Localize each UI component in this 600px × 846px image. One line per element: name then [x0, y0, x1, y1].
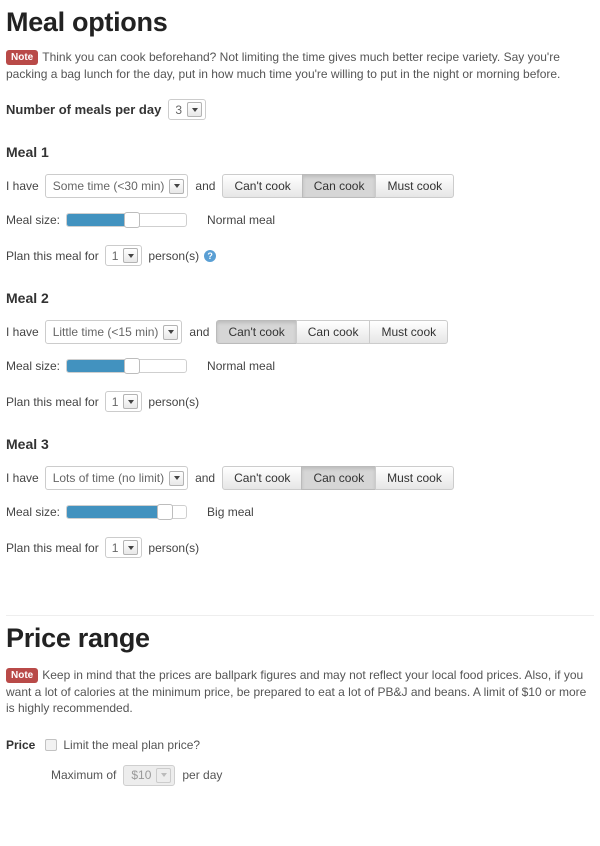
- meal-3-persons-value: 1: [111, 540, 119, 555]
- chevron-down-icon: [169, 470, 185, 486]
- meal-3-cook-button-group: Can't cook Can cook Must cook: [222, 466, 454, 490]
- meal-3-size-row: Meal size: Big meal: [6, 504, 594, 520]
- chevron-down-icon: [123, 540, 139, 555]
- slider-fill: [67, 214, 133, 226]
- slider-handle[interactable]: [156, 504, 173, 520]
- meal-3-must-cook-button[interactable]: Must cook: [375, 466, 454, 490]
- limit-price-label[interactable]: Limit the meal plan price?: [63, 738, 200, 752]
- meal-2-persons-select[interactable]: 1: [104, 391, 143, 412]
- meals-per-day-label: Number of meals per day: [6, 102, 162, 117]
- meal-3-persons-select[interactable]: 1: [104, 537, 143, 558]
- meal-block-2: Meal 2 I have Little time (<15 min) and …: [6, 290, 594, 412]
- meal-2-must-cook-button[interactable]: Must cook: [369, 320, 449, 344]
- plan-for-label-3: Plan this meal for: [6, 540, 99, 555]
- chevron-down-icon: [163, 324, 179, 340]
- meal-2-time-value: Little time (<15 min): [52, 325, 159, 339]
- meal-1-persons-value: 1: [111, 248, 119, 263]
- meal-1-time-value: Some time (<30 min): [52, 179, 165, 193]
- meal-size-label-2: Meal size:: [6, 359, 61, 373]
- note-badge: Note: [6, 668, 39, 683]
- and-label-1: and: [195, 179, 216, 193]
- slider-handle[interactable]: [124, 358, 141, 374]
- meal-2-can-cook-button[interactable]: Can cook: [295, 320, 371, 344]
- chevron-down-icon: [123, 394, 139, 409]
- note-text: Keep in mind that the prices are ballpar…: [6, 668, 587, 715]
- meal-2-time-select[interactable]: Little time (<15 min): [44, 320, 183, 344]
- help-icon[interactable]: ?: [204, 249, 217, 262]
- meal-1-must-cook-button[interactable]: Must cook: [375, 174, 455, 198]
- persons-label-2: person(s): [148, 394, 200, 409]
- slider-fill: [67, 506, 165, 518]
- price-range-note: Note Keep in mind that the prices are bal…: [6, 667, 594, 717]
- meal-block-3: Meal 3 I have Lots of time (no limit) an…: [6, 436, 594, 558]
- meals-per-day-select[interactable]: 3: [168, 99, 207, 120]
- meal-1-can-cook-button[interactable]: Can cook: [301, 174, 377, 198]
- meal-block-1: Meal 1 I have Some time (<30 min) and Ca…: [6, 144, 594, 266]
- maximum-price-select[interactable]: $10: [123, 764, 176, 786]
- persons-label-1: person(s): [148, 248, 200, 263]
- meal-3-cant-cook-button[interactable]: Can't cook: [222, 466, 303, 490]
- meal-1-persons-select[interactable]: 1: [104, 245, 143, 266]
- meal-3-size-slider[interactable]: [66, 504, 188, 520]
- limit-price-checkbox[interactable]: [45, 738, 58, 751]
- maximum-price-value: $10: [131, 768, 152, 782]
- i-have-label-3: I have: [6, 471, 39, 485]
- meal-1-size-slider[interactable]: [66, 212, 188, 228]
- meal-2-cook-button-group: Can't cook Can cook Must cook: [216, 320, 449, 344]
- and-label-3: and: [195, 471, 216, 485]
- meal-title-1: Meal 1: [6, 144, 49, 160]
- meal-1-time-select[interactable]: Some time (<30 min): [44, 174, 189, 198]
- meal-size-label-1: Meal size:: [6, 213, 61, 227]
- meal-2-cant-cook-button[interactable]: Can't cook: [216, 320, 297, 344]
- meal-options-note: Note Think you can cook beforehand? Not l…: [6, 49, 594, 82]
- chevron-down-icon: [156, 767, 172, 783]
- chevron-down-icon: [169, 178, 185, 194]
- per-day-label: per day: [182, 768, 223, 782]
- i-have-label-1: I have: [6, 179, 39, 193]
- page-container: Meal options Note Think you can cook befo…: [0, 0, 600, 786]
- meals-per-day-value: 3: [175, 102, 183, 117]
- meal-2-size-description: Normal meal: [207, 359, 276, 373]
- chevron-down-icon: [187, 102, 203, 117]
- meal-1-cook-button-group: Can't cook Can cook Must cook: [222, 174, 455, 198]
- meal-title-3: Meal 3: [6, 436, 49, 452]
- meal-1-size-row: Meal size: Normal meal: [6, 212, 594, 228]
- meal-size-label-3: Meal size:: [6, 505, 61, 519]
- page-title-meal-options: Meal options: [6, 7, 168, 37]
- and-label-2: and: [189, 325, 210, 339]
- plan-for-label-2: Plan this meal for: [6, 394, 99, 409]
- chevron-down-icon: [123, 248, 139, 263]
- meal-3-size-description: Big meal: [207, 505, 254, 519]
- meal-2-persons-value: 1: [111, 394, 119, 409]
- meal-1-persons-row: Plan this meal for 1 person(s) ?: [6, 245, 594, 266]
- slider-handle[interactable]: [124, 212, 141, 228]
- price-limit-row: Price Limit the meal plan price?: [6, 738, 594, 752]
- slider-fill: [67, 360, 133, 372]
- meal-1-time-row: I have Some time (<30 min) and Can't coo…: [6, 174, 594, 198]
- meal-2-size-slider[interactable]: [66, 358, 188, 374]
- meal-2-persons-row: Plan this meal for 1 person(s): [6, 391, 594, 412]
- meal-3-time-value: Lots of time (no limit): [52, 471, 165, 485]
- meal-2-size-row: Meal size: Normal meal: [6, 358, 594, 374]
- persons-label-3: person(s): [148, 540, 200, 555]
- maximum-price-row: Maximum of $10 per day: [51, 764, 594, 786]
- meal-3-can-cook-button[interactable]: Can cook: [301, 466, 377, 490]
- meal-2-time-row: I have Little time (<15 min) and Can't c…: [6, 320, 594, 344]
- i-have-label-2: I have: [6, 325, 39, 339]
- page-title-price-range: Price range: [6, 623, 150, 653]
- plan-for-label-1: Plan this meal for: [6, 248, 99, 263]
- meal-3-time-row: I have Lots of time (no limit) and Can't…: [6, 466, 594, 490]
- meal-title-2: Meal 2: [6, 290, 49, 306]
- meal-3-time-select[interactable]: Lots of time (no limit): [44, 466, 189, 490]
- meal-1-cant-cook-button[interactable]: Can't cook: [222, 174, 303, 198]
- meal-1-size-description: Normal meal: [207, 213, 276, 227]
- note-badge: Note: [6, 50, 39, 65]
- meal-3-persons-row: Plan this meal for 1 person(s): [6, 537, 594, 558]
- note-text: Think you can cook beforehand? Not limit…: [6, 50, 561, 81]
- maximum-of-label: Maximum of: [51, 768, 117, 782]
- price-label: Price: [6, 737, 36, 752]
- meals-per-day-row: Number of meals per day 3: [6, 99, 594, 120]
